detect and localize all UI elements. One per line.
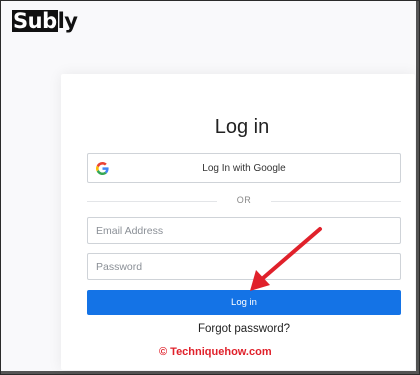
logo-box-text: Sub [12, 9, 58, 33]
password-field[interactable] [87, 253, 401, 280]
forgot-password-link[interactable]: Forgot password? [87, 323, 401, 335]
or-divider: OR [87, 195, 401, 207]
email-field[interactable] [87, 217, 401, 244]
subly-logo[interactable]: Sub ly [12, 9, 78, 33]
google-login-label: Log In with Google [202, 162, 286, 174]
page-title: Log in [214, 116, 270, 138]
logo-rest-text: ly [57, 9, 78, 33]
login-button[interactable]: Log in [87, 290, 401, 315]
google-icon [96, 162, 109, 175]
google-login-button[interactable]: Log In with Google [87, 153, 401, 183]
divider-text: OR [236, 195, 252, 205]
divider-line-right [271, 201, 401, 202]
watermark: © Techniquehow.com [159, 346, 272, 358]
